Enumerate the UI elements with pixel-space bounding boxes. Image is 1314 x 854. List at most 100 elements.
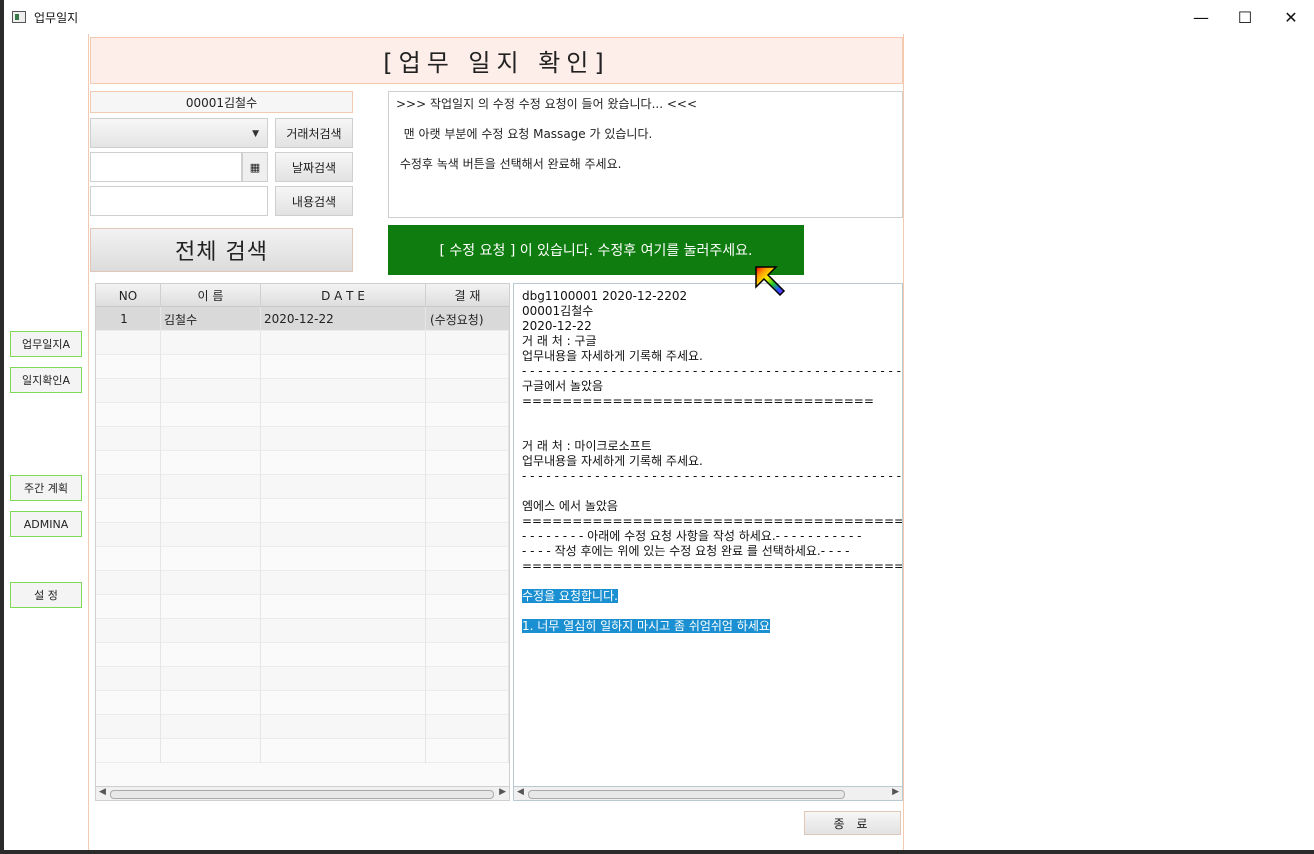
table-row-empty[interactable]	[96, 547, 509, 571]
table-cell-empty	[96, 643, 161, 667]
table-cell-empty	[261, 427, 426, 451]
notice-line: >>> 작업일지 의 수정 수정 요청이 들어 왔습니다... <<<	[396, 97, 698, 111]
log-line: 엠에스 에서 놀았음	[522, 499, 618, 514]
table-cell-empty	[161, 571, 261, 595]
table-row-empty[interactable]	[96, 331, 509, 355]
table-cell-empty	[96, 739, 161, 763]
table-cell-empty	[96, 691, 161, 715]
scroll-right-icon[interactable]: ▶	[499, 787, 506, 797]
scroll-thumb[interactable]	[110, 790, 494, 799]
table-cell-empty	[96, 379, 161, 403]
log-line-text: ========================================…	[522, 559, 902, 573]
table-row-empty[interactable]	[96, 451, 509, 475]
table-cell-empty	[261, 379, 426, 403]
log-line: ========================================…	[522, 514, 902, 529]
cell-date: 2020-12-22	[261, 307, 426, 331]
scroll-left-icon[interactable]: ◀	[517, 787, 524, 797]
table-row-empty[interactable]	[96, 619, 509, 643]
log-line: 거 래 처 : 마이크로소프트	[522, 439, 652, 454]
log-line-text: - - - - 작성 후에는 위에 있는 수정 요청 완료 를 선택하세요.- …	[522, 544, 850, 558]
scroll-thumb[interactable]	[528, 790, 845, 799]
table-header: NO 이 름 D A T E 결 재	[96, 284, 509, 307]
log-horizontal-scrollbar[interactable]: ◀ ▶	[513, 786, 903, 801]
client-select[interactable]: ▼	[90, 118, 268, 148]
table-cell-empty	[161, 667, 261, 691]
table-cell-empty	[96, 331, 161, 355]
notice-box: >>> 작업일지 의 수정 수정 요청이 들어 왔습니다... <<< 맨 아랫…	[388, 91, 903, 218]
sidebar-item-weekly-plan[interactable]: 주간 계획	[10, 475, 82, 501]
table-cell-empty	[261, 667, 426, 691]
sidebar-item-work-log[interactable]: 업무일지A	[10, 331, 82, 357]
column-header-name[interactable]: 이 름	[161, 284, 261, 307]
table-cell-empty	[261, 403, 426, 427]
table-row-empty[interactable]	[96, 595, 509, 619]
table-cell-empty	[96, 427, 161, 451]
client-search-button[interactable]: 거래처검색	[275, 118, 353, 148]
table-row-empty[interactable]	[96, 475, 509, 499]
app-icon	[12, 11, 26, 23]
log-line-text: ========================================…	[522, 514, 902, 528]
table-cell-empty	[261, 355, 426, 379]
table-cell-empty	[96, 451, 161, 475]
notice-line: 맨 아랫 부분에 수정 요청 Massage 가 있습니다.	[396, 127, 653, 141]
table-row-empty[interactable]	[96, 403, 509, 427]
sidebar-item-settings[interactable]: 설 정	[10, 582, 82, 608]
table-cell-empty	[161, 355, 261, 379]
cell-approval: (수정요청)	[430, 312, 484, 327]
page-title: [업무 일지 확인]	[90, 37, 903, 84]
close-window-button[interactable]: ✕	[1268, 0, 1314, 34]
table-row-empty[interactable]	[96, 523, 509, 547]
table-cell-empty	[426, 331, 509, 355]
table-cell-empty	[161, 475, 261, 499]
column-header-approval[interactable]: 결 재	[426, 284, 509, 307]
scroll-right-icon[interactable]: ▶	[892, 787, 899, 797]
table-cell-empty	[261, 715, 426, 739]
table-cell-empty	[261, 523, 426, 547]
table-cell-empty	[161, 523, 261, 547]
table-cell-empty	[161, 691, 261, 715]
content-search-button[interactable]: 내용검색	[275, 186, 353, 216]
table-row-empty[interactable]	[96, 427, 509, 451]
table-row-empty[interactable]	[96, 667, 509, 691]
table-cell-empty	[426, 475, 509, 499]
date-input[interactable]	[90, 152, 242, 182]
content-search-input[interactable]	[90, 186, 268, 216]
column-header-no[interactable]: NO	[96, 284, 161, 307]
table-row-empty[interactable]	[96, 571, 509, 595]
table-cell-empty	[161, 499, 261, 523]
log-line: - - - - - - - - 아래에 수정 요청 사항을 작성 하세요.- -…	[522, 529, 861, 544]
minimize-button[interactable]: —	[1178, 0, 1224, 34]
table-row-empty[interactable]	[96, 691, 509, 715]
table-cell-empty	[426, 427, 509, 451]
full-search-button[interactable]: 전체 검색	[90, 228, 353, 272]
table-cell-empty	[261, 499, 426, 523]
sidebar-item-log-review[interactable]: 일지확인A	[10, 367, 82, 393]
log-line-text: ===================================	[522, 394, 874, 408]
table-horizontal-scrollbar[interactable]: ◀ ▶	[95, 786, 510, 801]
date-search-button[interactable]: 날짜검색	[275, 152, 353, 182]
log-line-text: 2020-12-22	[522, 319, 592, 333]
table-row[interactable]: 1 김철수 2020-12-22 (수정요청)	[96, 307, 509, 331]
calendar-icon[interactable]: ▦	[242, 152, 268, 182]
table-row-empty[interactable]	[96, 379, 509, 403]
table-cell-empty	[426, 379, 509, 403]
log-line: 00001김철수	[522, 304, 593, 319]
column-header-date[interactable]: D A T E	[261, 284, 426, 307]
table-row-empty[interactable]	[96, 739, 509, 763]
log-line: 거 래 처 : 구글	[522, 334, 597, 349]
table-row-empty[interactable]	[96, 715, 509, 739]
table-cell-empty	[426, 595, 509, 619]
table-row-empty[interactable]	[96, 499, 509, 523]
table-row-empty[interactable]	[96, 355, 509, 379]
table-cell-empty	[426, 571, 509, 595]
exit-button[interactable]: 종 료	[804, 811, 901, 835]
maximize-button[interactable]: ☐	[1222, 0, 1268, 34]
log-line-text: 업무내용을 자세하게 기록해 주세요.	[522, 349, 703, 363]
table-cell-empty	[426, 691, 509, 715]
scroll-left-icon[interactable]: ◀	[99, 787, 106, 797]
revision-complete-button[interactable]: [ 수정 요청 ] 이 있습니다. 수정후 여기를 눌러주세요.	[388, 225, 804, 275]
table-row-empty[interactable]	[96, 643, 509, 667]
log-text-area[interactable]: dbg1100001 2020-12-2202 00001김철수 2020-12-2…	[513, 283, 903, 801]
sidebar-item-admin[interactable]: ADMINA	[10, 511, 82, 537]
table-cell-empty	[96, 715, 161, 739]
